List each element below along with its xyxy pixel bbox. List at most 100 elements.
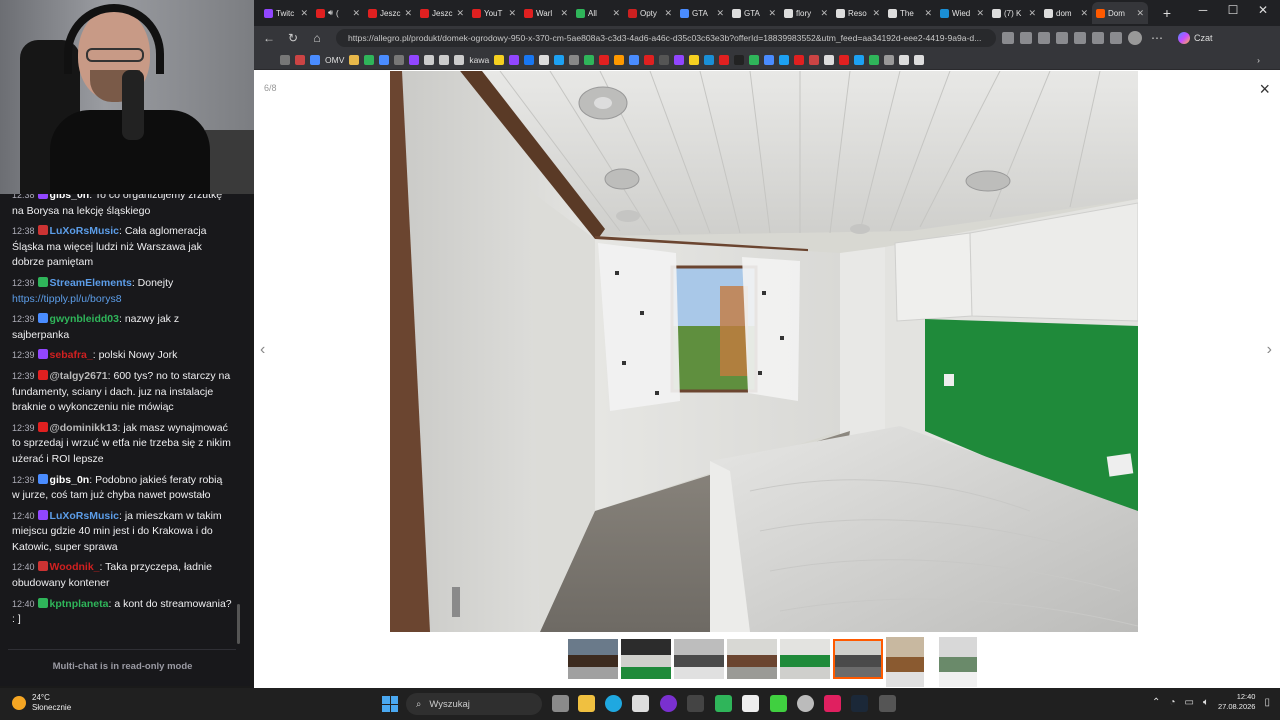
close-tab-icon[interactable]: ✕ <box>820 8 828 19</box>
extension-icon[interactable] <box>1056 32 1068 44</box>
chat-username[interactable]: sebafra_ <box>50 349 93 361</box>
url-field[interactable]: https://allegro.pl/produkt/domek-ogrodow… <box>336 29 996 47</box>
xbox-icon[interactable] <box>715 695 732 712</box>
bookmark-icon[interactable] <box>869 54 880 65</box>
menu-icon[interactable]: ⋯ <box>1148 31 1166 45</box>
gallery-thumbnail[interactable] <box>726 639 777 679</box>
bookmark-icon[interactable] <box>629 54 640 65</box>
browser-tab[interactable]: The ✕ <box>884 2 936 24</box>
bookmark-icon[interactable] <box>824 54 835 65</box>
chat-username[interactable]: StreamElements <box>50 277 132 289</box>
bookmark-icon[interactable] <box>569 54 580 65</box>
reload-icon[interactable]: ↻ <box>284 31 302 45</box>
browser-tab[interactable]: flory ✕ <box>780 2 832 24</box>
bookmark-icon[interactable] <box>364 54 375 65</box>
bookmark-icon[interactable] <box>439 54 450 65</box>
clock[interactable]: 12:40 27.08.2026 <box>1218 692 1256 712</box>
taskbar-search[interactable]: ⌕ Wyszukaj <box>406 693 542 715</box>
chat-username[interactable]: LuXoRsMusic <box>50 510 119 522</box>
bookmark-icon[interactable] <box>749 54 760 65</box>
close-tab-icon[interactable]: ✕ <box>1136 8 1144 19</box>
network-icon[interactable]: ◔ <box>1169 697 1175 708</box>
bookmarks-overflow-icon[interactable]: › <box>1257 55 1260 65</box>
close-tab-icon[interactable]: ✕ <box>872 8 880 19</box>
close-tab-icon[interactable]: ✕ <box>716 8 724 19</box>
close-tab-icon[interactable]: ✕ <box>612 8 620 19</box>
extension-icon[interactable] <box>1002 32 1014 44</box>
bookmark-icon[interactable] <box>409 54 420 65</box>
bookmark-icon[interactable] <box>794 54 805 65</box>
gallery-thumbnail[interactable] <box>832 639 883 679</box>
browser-tab[interactable]: 🔊︎(✕ <box>312 2 364 24</box>
store-icon[interactable] <box>632 695 649 712</box>
close-tab-icon[interactable]: ✕ <box>456 8 464 19</box>
bookmark-icon[interactable] <box>599 54 610 65</box>
collections-icon[interactable] <box>1110 32 1122 44</box>
bookmark-icon[interactable] <box>524 54 535 65</box>
browser-tab[interactable]: Jeszc ✕ <box>364 2 416 24</box>
copilot-chat-button[interactable]: Czat <box>1178 32 1213 44</box>
bookmark-icon[interactable] <box>614 54 625 65</box>
gallery-thumbnail[interactable] <box>938 637 977 687</box>
chat-link[interactable]: https://tipply.pl/u/borys8 <box>12 293 122 305</box>
bookmark-icon[interactable] <box>899 54 910 65</box>
browser-tab[interactable]: Reso ✕ <box>832 2 884 24</box>
bookmark-icon[interactable] <box>809 54 820 65</box>
close-tab-icon[interactable]: ✕ <box>1080 8 1088 19</box>
chat-username[interactable]: LuXoRsMusic <box>50 225 119 237</box>
gallery-thumbnail[interactable] <box>779 639 830 679</box>
chat-username[interactable]: gibs_0n <box>50 194 90 201</box>
bookmark-icon[interactable] <box>689 54 700 65</box>
bookmark-icon[interactable] <box>734 54 745 65</box>
chat-username[interactable]: @talgy2671 <box>50 370 108 382</box>
favorites-icon[interactable] <box>1092 32 1104 44</box>
minimize-button[interactable]: ─ <box>1188 3 1218 17</box>
browser-tab[interactable]: Twitc ✕ <box>260 2 312 24</box>
gallery-thumbnail[interactable] <box>620 639 671 679</box>
browser-tab[interactable]: Wied ✕ <box>936 2 988 24</box>
close-tab-icon[interactable]: ✕ <box>352 8 360 19</box>
gallery-thumbnail[interactable] <box>885 637 924 687</box>
edge-icon[interactable] <box>605 695 622 712</box>
close-tab-icon[interactable]: ✕ <box>768 8 776 19</box>
bookmark-icon[interactable] <box>424 54 435 65</box>
bookmark-icon[interactable] <box>539 54 550 65</box>
close-tab-icon[interactable]: ✕ <box>976 8 984 19</box>
bookmark-icon[interactable] <box>394 54 405 65</box>
bookmark-icon[interactable] <box>704 54 715 65</box>
browser-tab[interactable]: Warl ✕ <box>520 2 572 24</box>
bookmark-icon[interactable] <box>379 54 390 65</box>
bookmark-icon[interactable] <box>584 54 595 65</box>
close-tab-icon[interactable]: ✕ <box>664 8 672 19</box>
bookmark-icon[interactable] <box>884 54 895 65</box>
app-icon[interactable] <box>742 695 759 712</box>
obs-icon[interactable] <box>797 695 814 712</box>
file-explorer-icon[interactable] <box>578 695 595 712</box>
volume-icon[interactable]: 🔈︎ <box>1203 697 1209 708</box>
bookmark-icon[interactable] <box>839 54 850 65</box>
display-icon[interactable]: ▭ <box>1184 697 1193 708</box>
browser-tab[interactable]: GTA ✕ <box>728 2 780 24</box>
bookmark-icon[interactable] <box>644 54 655 65</box>
close-tab-icon[interactable]: ✕ <box>404 8 412 19</box>
bookmark-icon[interactable] <box>779 54 790 65</box>
close-tab-icon[interactable]: ✕ <box>924 8 932 19</box>
next-image-button[interactable]: › <box>1267 341 1272 359</box>
task-view-icon[interactable] <box>552 695 569 712</box>
chat-username[interactable]: @dominikk13 <box>50 422 118 434</box>
browser-tab[interactable]: dom ✕ <box>1040 2 1092 24</box>
bookmark-icon[interactable] <box>764 54 775 65</box>
bookmark-icon[interactable] <box>295 54 305 65</box>
bookmark-kawa[interactable]: kawa <box>469 55 489 65</box>
browser-tab[interactable]: (7) K ✕ <box>988 2 1040 24</box>
windows-start-icon[interactable] <box>382 696 398 712</box>
app-icon[interactable] <box>824 695 841 712</box>
bookmark-icon[interactable] <box>914 54 925 65</box>
browser-tab[interactable]: All ✕ <box>572 2 624 24</box>
bookmark-icon[interactable] <box>310 54 320 65</box>
app-icon[interactable] <box>879 695 896 712</box>
notifications-icon[interactable]: ▯ <box>1264 697 1270 708</box>
extension-icon[interactable] <box>1074 32 1086 44</box>
gallery-thumbnail[interactable] <box>567 639 618 679</box>
chat-username[interactable]: Woodnik_ <box>50 561 100 573</box>
